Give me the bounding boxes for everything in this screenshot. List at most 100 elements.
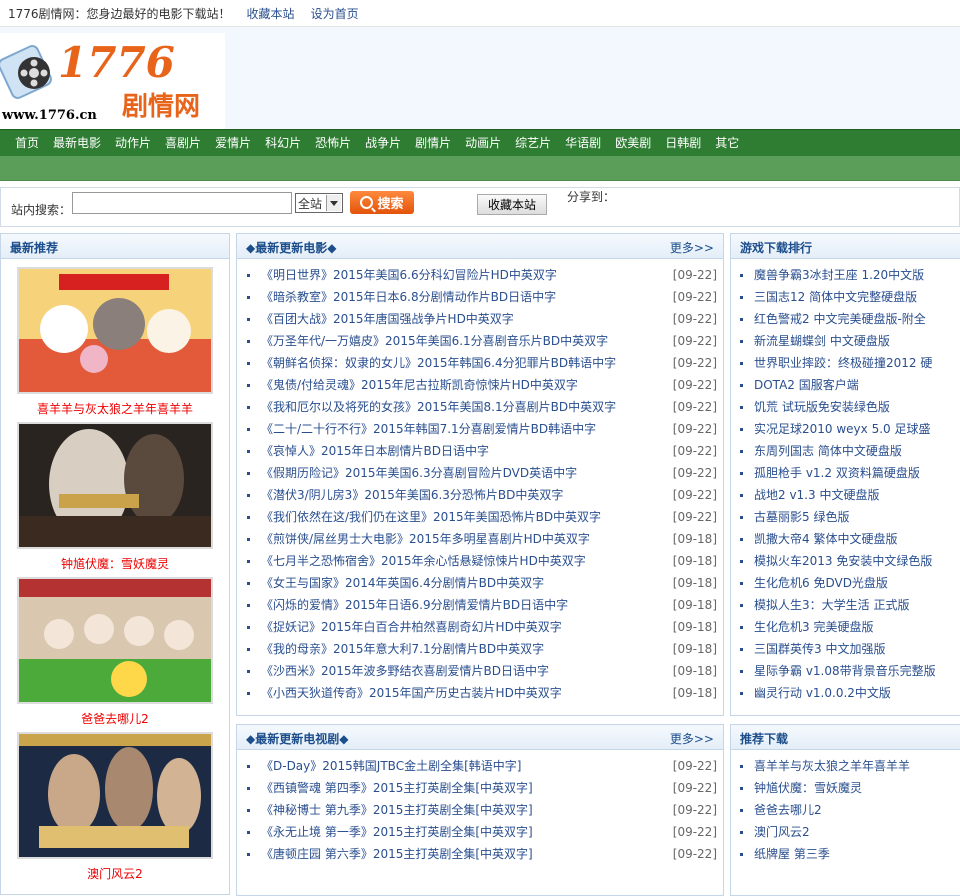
poster-image[interactable] <box>17 422 213 549</box>
tv-more-link[interactable]: 更多>> <box>670 730 714 747</box>
bullet-icon <box>247 428 250 431</box>
list-item: 《暗杀教室》2015年日本6.8分剧情动作片BD日语中字 [09-22] <box>247 286 717 308</box>
nav-item[interactable]: 动画片 <box>458 130 508 156</box>
bookmark-button[interactable]: 收藏本站 <box>477 194 547 215</box>
poster-item[interactable]: 澳门风云2 <box>17 732 213 882</box>
list-item: 爸爸去哪儿2 <box>740 799 950 821</box>
search-input[interactable] <box>72 192 292 214</box>
set-homepage-link[interactable]: 设为首页 <box>311 5 359 22</box>
list-item: 饥荒 试玩版免安装绿色版 <box>740 396 950 418</box>
item-link[interactable]: 钟馗伏魔：雪妖魔灵 <box>754 777 862 799</box>
item-link[interactable]: 实况足球2010 weyx 5.0 足球盛 <box>754 418 930 440</box>
item-link[interactable]: 《我们依然在这/我们仍在这里》2015年美国恐怖片BD中英双字 <box>261 506 601 528</box>
item-link[interactable]: 饥荒 试玩版免安装绿色版 <box>754 396 890 418</box>
item-link[interactable]: 生化危机3 完美硬盘版 <box>754 616 873 638</box>
item-link[interactable]: 《沙西米》2015年波多野结衣喜剧爱情片BD日语中字 <box>261 660 549 682</box>
nav-item[interactable]: 喜剧片 <box>158 130 208 156</box>
site-logo[interactable]: 1776 剧情网 www.1776.cn <box>0 33 225 129</box>
item-link[interactable]: 《潜伏3/阴儿房3》2015年美国6.3分恐怖片BD中英双字 <box>261 484 563 506</box>
item-link[interactable]: 三国群英传3 中文加强版 <box>754 638 885 660</box>
nav-item[interactable]: 欧美剧 <box>608 130 658 156</box>
item-link[interactable]: 《捉妖记》2015年白百合井柏然喜剧奇幻片HD中英双字 <box>261 616 562 638</box>
item-link[interactable]: 模拟人生3：大学生活 正式版 <box>754 594 909 616</box>
poster-image[interactable] <box>17 267 213 394</box>
item-link[interactable]: 《西镇警魂 第四季》2015主打英剧全集[中英双字] <box>261 777 533 799</box>
item-link[interactable]: 战地2 v1.3 中文硬盘版 <box>754 484 879 506</box>
search-button[interactable]: 搜索 <box>350 191 414 214</box>
bullet-icon <box>740 494 743 497</box>
item-link[interactable]: 《七月半之恐怖宿舍》2015年余心恬悬疑惊悚片HD中英双字 <box>261 550 586 572</box>
nav-item[interactable]: 剧情片 <box>408 130 458 156</box>
item-link[interactable]: 《女王与国家》2014年英国6.4分剧情片BD中英双字 <box>261 572 544 594</box>
nav-item[interactable]: 爱情片 <box>208 130 258 156</box>
item-link[interactable]: 《小西天狄道传奇》2015年国产历史古装片HD中英双字 <box>261 682 562 704</box>
poster-image[interactable] <box>17 577 213 704</box>
nav-item[interactable]: 动作片 <box>108 130 158 156</box>
item-link[interactable]: 《神秘博士 第九季》2015主打英剧全集[中英双字] <box>261 799 533 821</box>
nav-item[interactable]: 日韩剧 <box>658 130 708 156</box>
item-link[interactable]: 《百团大战》2015年唐国强战争片HD中英双字 <box>261 308 514 330</box>
item-link[interactable]: 《朝鲜名侦探：奴隶的女儿》2015年韩国6.4分犯罪片BD韩语中字 <box>261 352 616 374</box>
item-link[interactable]: 生化危机6 免DVD光盘版 <box>754 572 888 594</box>
item-link[interactable]: DOTA2 国服客户端 <box>754 374 859 396</box>
item-link[interactable]: 纸牌屋 第三季 <box>754 843 830 865</box>
nav-item[interactable]: 科幻片 <box>258 130 308 156</box>
item-link[interactable]: 幽灵行动 v1.0.0.2中文版 <box>754 682 891 704</box>
poster-caption[interactable]: 喜羊羊与灰太狼之羊年喜羊羊 <box>17 400 213 417</box>
nav-item[interactable]: 最新电影 <box>46 130 108 156</box>
poster-image[interactable] <box>17 732 213 859</box>
nav-item[interactable]: 首页 <box>0 130 46 156</box>
item-link[interactable]: 孤胆枪手 v1.2 双资料篇硬盘版 <box>754 462 920 484</box>
movies-more-link[interactable]: 更多>> <box>670 239 714 256</box>
item-link[interactable]: 三国志12 简体中文完整硬盘版 <box>754 286 917 308</box>
item-link[interactable]: 《煎饼侠/屌丝男士大电影》2015年多明星喜剧片HD中英双字 <box>261 528 590 550</box>
bullet-icon <box>740 809 743 812</box>
bullet-icon <box>740 318 743 321</box>
item-link[interactable]: 《唐顿庄园 第六季》2015主打英剧全集[中英双字] <box>261 843 533 865</box>
nav-item[interactable]: 华语剧 <box>558 130 608 156</box>
poster-item[interactable]: 钟馗伏魔：雪妖魔灵 <box>17 422 213 572</box>
item-link[interactable]: 模拟火车2013 免安装中文绿色版 <box>754 550 932 572</box>
nav-item[interactable]: 其它 <box>708 130 746 156</box>
item-link[interactable]: 东周列国志 简体中文硬盘版 <box>754 440 902 462</box>
item-link[interactable]: 喜羊羊与灰太狼之羊年喜羊羊 <box>754 755 910 777</box>
item-link[interactable]: 《鬼债/付给灵魂》2015年尼古拉斯凯奇惊悚片HD中英双字 <box>261 374 578 396</box>
item-date: [09-22] <box>672 378 717 392</box>
poster-caption[interactable]: 澳门风云2 <box>17 865 213 882</box>
item-link[interactable]: 《D-Day》2015韩国JTBC金土剧全集[韩语中字] <box>261 755 521 777</box>
item-link[interactable]: 红色警戒2 中文完美硬盘版-附全 <box>754 308 926 330</box>
poster-item[interactable]: 喜羊羊与灰太狼之羊年喜羊羊 <box>17 267 213 417</box>
nav-item[interactable]: 战争片 <box>358 130 408 156</box>
item-link[interactable]: 澳门风云2 <box>754 821 810 843</box>
item-link[interactable]: 新流星蝴蝶剑 中文硬盘版 <box>754 330 890 352</box>
item-link[interactable]: 世界职业摔跤：终极碰撞2012 硬 <box>754 352 932 374</box>
item-link[interactable]: 《假期历险记》2015年美国6.3分喜剧冒险片DVD英语中字 <box>261 462 577 484</box>
item-link[interactable]: 《明日世界》2015年美国6.6分科幻冒险片HD中英双字 <box>261 264 557 286</box>
item-link[interactable]: 《闪烁的爱情》2015年日语6.9分剧情爱情片BD日语中字 <box>261 594 568 616</box>
item-link[interactable]: 爸爸去哪儿2 <box>754 799 822 821</box>
list-item: 模拟人生3：大学生活 正式版 <box>740 594 950 616</box>
item-link[interactable]: 魔兽争霸3冰封王座 1.20中文版 <box>754 264 924 286</box>
item-date: [09-18] <box>672 598 717 612</box>
poster-item[interactable]: 爸爸去哪儿2 <box>17 577 213 727</box>
item-link[interactable]: 星际争霸 v1.08带背景音乐完整版 <box>754 660 936 682</box>
item-link[interactable]: 凯撒大帝4 繁体中文硬盘版 <box>754 528 897 550</box>
item-link[interactable]: 古墓丽影5 绿色版 <box>754 506 849 528</box>
search-scope-select[interactable]: 全站 <box>295 193 343 213</box>
item-link[interactable]: 《哀悼人》2015年日本剧情片BD日语中字 <box>261 440 489 462</box>
bookmark-link[interactable]: 收藏本站 <box>247 5 295 22</box>
poster-caption[interactable]: 钟馗伏魔：雪妖魔灵 <box>17 555 213 572</box>
item-link[interactable]: 《永无止境 第一季》2015主打英剧全集[中英双字] <box>261 821 533 843</box>
item-link[interactable]: 《二十/二十行不行》2015年韩国7.1分喜剧爱情片BD韩语中字 <box>261 418 596 440</box>
bullet-icon <box>247 670 250 673</box>
list-item: 幽灵行动 v1.0.0.2中文版 <box>740 682 950 704</box>
games-title: 游戏下载排行 <box>740 241 813 255</box>
list-item: 生化危机3 完美硬盘版 <box>740 616 950 638</box>
nav-item[interactable]: 综艺片 <box>508 130 558 156</box>
poster-caption[interactable]: 爸爸去哪儿2 <box>17 710 213 727</box>
item-link[interactable]: 《我和厄尔以及将死的女孩》2015年美国8.1分喜剧片BD中英双字 <box>261 396 616 418</box>
nav-item[interactable]: 恐怖片 <box>308 130 358 156</box>
item-link[interactable]: 《暗杀教室》2015年日本6.8分剧情动作片BD日语中字 <box>261 286 556 308</box>
item-link[interactable]: 《我的母亲》2015年意大利7.1分剧情片BD中英双字 <box>261 638 544 660</box>
item-link[interactable]: 《万圣年代/一万嬉皮》2015年美国6.1分喜剧音乐片BD中英双字 <box>261 330 608 352</box>
